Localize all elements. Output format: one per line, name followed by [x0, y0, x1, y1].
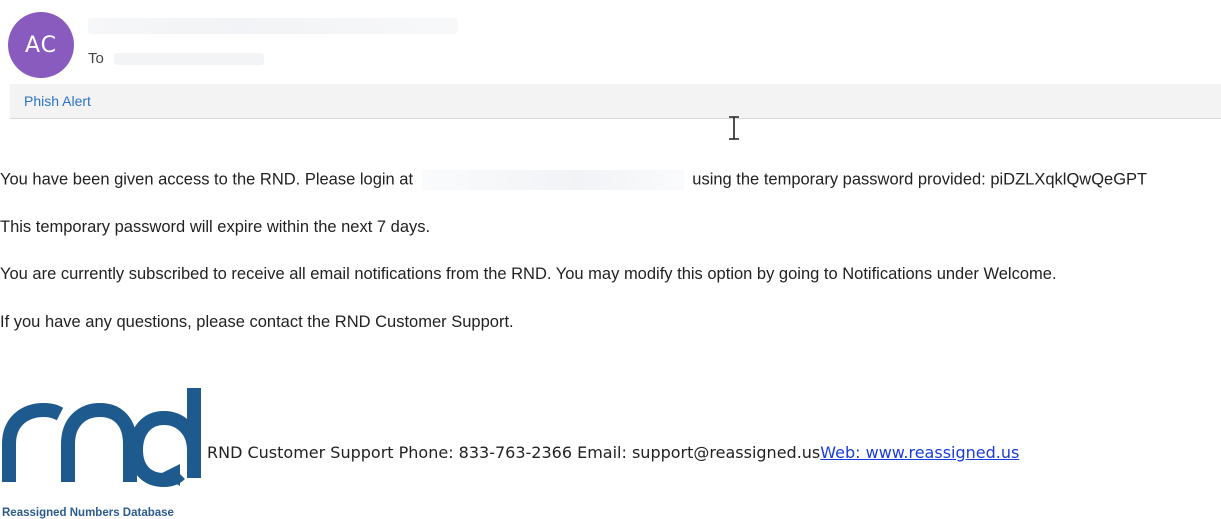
support-paragraph: If you have any questions, please contac…: [0, 313, 514, 331]
login-link-redacted[interactable]: [421, 170, 684, 190]
phish-alert-button[interactable]: Phish Alert: [24, 93, 91, 109]
website-link[interactable]: Web: www.reassigned.us: [820, 443, 1019, 462]
recipient-redacted: [113, 52, 264, 65]
sender-name-redacted: [88, 18, 458, 34]
sender-avatar[interactable]: AC: [8, 12, 74, 78]
text-cursor-icon: [729, 116, 739, 140]
logo-caption: Reassigned Numbers Database: [2, 507, 174, 519]
access-text-start: You have been given access to the RND. P…: [0, 170, 414, 189]
addin-toolbar: Phish Alert: [10, 84, 1221, 119]
recipient-row: To: [88, 50, 264, 67]
access-paragraph: You have been given access to the RND. P…: [0, 170, 1147, 190]
subscription-paragraph: You are currently subscribed to receive …: [0, 265, 1057, 283]
expiry-paragraph: This temporary password will expire with…: [0, 218, 431, 236]
rnd-logo: [2, 388, 201, 488]
support-contact-text: RND Customer Support Phone: 833-763-2366…: [207, 443, 821, 462]
avatar-initials: AC: [24, 32, 58, 58]
access-text-end: using the temporary password provided: p…: [692, 170, 1148, 189]
to-label: To: [88, 50, 104, 67]
support-signature: RND Customer Support Phone: 833-763-2366…: [207, 443, 1019, 462]
